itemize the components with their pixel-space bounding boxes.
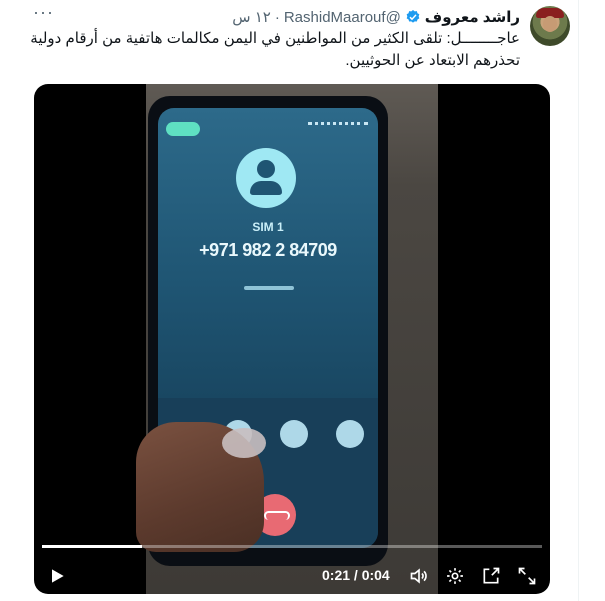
popout-icon [483, 567, 500, 584]
avatar[interactable] [530, 6, 570, 46]
separator-dot: · [274, 8, 280, 26]
display-name[interactable]: راشد معروف [425, 8, 520, 26]
play-button[interactable] [46, 565, 68, 587]
fingernail-image [222, 428, 266, 458]
more-options-icon[interactable]: ··· [33, 2, 54, 23]
volume-icon [410, 568, 427, 584]
popout-button[interactable] [480, 565, 502, 587]
tweet-text-line-1: عاجــــــــل: تلقى الكثير من المواطنين ف… [30, 30, 520, 47]
tweet-timestamp[interactable]: ١٢ س [232, 8, 271, 26]
gear-icon [447, 568, 463, 584]
tweet-text: عاجــــــــل: تلقى الكثير من المواطنين ف… [0, 28, 520, 72]
phone-caller-number: +971 982 2 84709 [199, 240, 337, 260]
settings-button[interactable] [444, 565, 466, 587]
tweet-header: راشد معروف @RashidMaarouf · ١٢ س [232, 6, 520, 28]
avatar-face [543, 16, 557, 32]
phone-sim-label: SIM 1 [252, 220, 284, 234]
tweet-text-line-2: تحذرهم الابتعاد عن الحوثيين. [345, 52, 520, 69]
play-icon [52, 569, 64, 583]
phone-calling-bar [244, 286, 294, 290]
verified-badge-icon [406, 10, 420, 23]
video-frame: SIM 1 +971 982 2 84709 [136, 84, 438, 594]
caller-avatar-icon [236, 148, 296, 208]
timeline-divider [578, 0, 579, 601]
phone-control-icon [336, 420, 364, 448]
fullscreen-icon [518, 567, 536, 585]
video-controls: 0:21 / 0:04 [34, 562, 550, 590]
video-progress-fill [42, 545, 142, 548]
phone-status-icons [308, 122, 368, 133]
volume-button[interactable] [408, 565, 430, 587]
video-player[interactable]: SIM 1 +971 982 2 84709 0:21 / 0:04 [34, 84, 550, 594]
tweet[interactable]: راشد معروف @RashidMaarouf · ١٢ س ··· عاج… [0, 0, 578, 601]
fullscreen-button[interactable] [516, 565, 538, 587]
phone-status-pill [166, 122, 200, 136]
phone-control-icon [280, 420, 308, 448]
video-timecode: 0:21 / 0:04 [322, 567, 390, 583]
user-handle[interactable]: @RashidMaarouf [284, 9, 401, 26]
